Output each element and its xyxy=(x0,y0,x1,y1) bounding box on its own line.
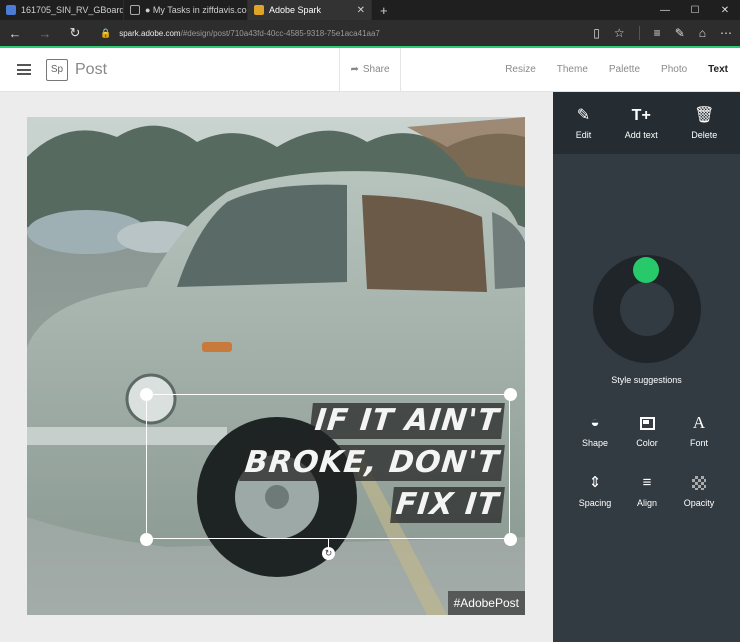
font-icon: A xyxy=(692,413,706,432)
hamburger-menu-icon[interactable] xyxy=(17,64,31,75)
spark-logo: Sp xyxy=(46,58,68,81)
align-label: Align xyxy=(636,498,657,508)
hashtag-watermark[interactable]: #AdobePost xyxy=(447,591,525,615)
tab-title: 161705_SIN_RV_GBoard for xyxy=(21,5,124,15)
resize-handle-bottom-right[interactable] xyxy=(504,533,517,546)
font-button[interactable]: A Font xyxy=(673,413,725,449)
browser-tab-active[interactable]: Adobe Spark ✕ xyxy=(248,0,372,20)
style-selector-knob[interactable] xyxy=(633,257,659,283)
resize-handle-bottom-left[interactable] xyxy=(140,533,153,546)
back-icon[interactable]: ← xyxy=(0,26,30,41)
app-header: Sp Post ➦ Share Resize Theme Palette Pho… xyxy=(0,48,740,92)
edit-label: Edit xyxy=(575,129,592,140)
url-field[interactable]: 🔒 spark.adobe.com/#design/post/710a43fd-… xyxy=(100,28,593,39)
resize-handle-top-right[interactable] xyxy=(504,388,517,401)
spacing-label: Spacing xyxy=(578,498,612,508)
address-bar: ← → ↻ 🔒 spark.adobe.com/#design/post/710… xyxy=(0,20,740,46)
headline-line: FIX IT xyxy=(390,487,505,523)
shape-icon: ◒ xyxy=(590,414,600,431)
add-text-icon: T+ xyxy=(631,106,651,124)
headline-line: IF IT AIN'T xyxy=(308,403,505,439)
text-tools-grid: ◒ Shape Color A Font ⇕ Spacing ≡ Align O… xyxy=(569,413,729,509)
more-icon[interactable]: ⋯ xyxy=(720,26,732,40)
spacing-icon: ⇕ xyxy=(588,474,602,491)
url-host: spark.adobe.com xyxy=(119,28,181,38)
maximize-icon[interactable]: ☐ xyxy=(680,0,710,20)
menu-photo[interactable]: Photo xyxy=(661,64,687,75)
tab-title: ● My Tasks in ziffdavis.com - xyxy=(145,5,247,15)
app-title: Post xyxy=(75,60,108,78)
add-text-label: Add text xyxy=(624,129,658,140)
new-tab-button[interactable]: + xyxy=(372,0,396,20)
headline-line: BROKE, DON'T xyxy=(238,445,505,481)
align-icon: ≡ xyxy=(642,474,652,491)
background-photo[interactable]: #AdobePost xyxy=(27,117,525,615)
minimize-icon[interactable]: — xyxy=(650,0,680,20)
divider xyxy=(638,26,640,40)
edit-button[interactable]: ✎ Edit xyxy=(576,107,592,140)
design-canvas: #AdobePost IF IT AIN'T BROKE, DON'T FIX … xyxy=(0,92,553,642)
web-note-icon[interactable]: ✎ xyxy=(675,26,685,40)
align-button[interactable]: ≡ Align xyxy=(621,474,673,508)
shape-label: Shape xyxy=(581,438,609,448)
color-button[interactable]: Color xyxy=(621,414,673,448)
menu-palette[interactable]: Palette xyxy=(609,64,640,75)
shape-button[interactable]: ◒ Shape xyxy=(569,414,621,448)
window-controls: — ☐ ✕ xyxy=(650,0,740,20)
menu-resize[interactable]: Resize xyxy=(505,64,536,75)
favorite-star-icon[interactable]: ☆ xyxy=(614,26,625,40)
opacity-button[interactable]: Opacity xyxy=(673,474,725,508)
menu-text[interactable]: Text xyxy=(708,64,728,75)
close-tab-icon[interactable]: ✕ xyxy=(357,5,365,16)
headline-text[interactable]: IF IT AIN'T BROKE, DON'T FIX IT xyxy=(147,403,509,529)
lock-icon: 🔒 xyxy=(100,27,112,38)
color-icon xyxy=(639,414,655,432)
share-browser-icon[interactable]: ⌂ xyxy=(699,26,706,40)
tab-title: Adobe Spark xyxy=(269,5,322,15)
menu-theme[interactable]: Theme xyxy=(557,64,588,75)
url-path: /#design/post/710a43fd-40cc-4585-9318-75… xyxy=(180,28,380,38)
add-text-button[interactable]: T+ Add text xyxy=(625,107,658,140)
page-icon xyxy=(130,5,140,15)
forward-icon[interactable]: → xyxy=(30,26,60,41)
share-label: Share xyxy=(362,64,390,75)
delete-label: Delete xyxy=(691,129,718,140)
opacity-label: Opacity xyxy=(683,498,715,508)
panel-actions: ✎ Edit T+ Add text 🗑 Delete xyxy=(553,92,740,154)
share-button[interactable]: ➦ Share xyxy=(339,48,401,91)
browser-tabstrip: 161705_SIN_RV_GBoard for ● My Tasks in z… xyxy=(0,0,740,20)
close-window-icon[interactable]: ✕ xyxy=(710,0,740,20)
resize-handle-top-left[interactable] xyxy=(140,388,153,401)
rotate-handle-icon[interactable]: ↻ xyxy=(322,547,335,560)
trash-icon: 🗑 xyxy=(694,106,715,124)
refresh-icon[interactable]: ↻ xyxy=(60,25,90,41)
spark-favicon-icon xyxy=(254,5,264,15)
style-suggestions-label: Style suggestions xyxy=(611,375,682,385)
pencil-icon: ✎ xyxy=(576,106,591,124)
browser-tab[interactable]: ● My Tasks in ziffdavis.com - xyxy=(124,0,248,20)
text-options-panel: ✎ Edit T+ Add text 🗑 Delete Style sugges… xyxy=(553,92,740,642)
share-arrow-icon: ➦ xyxy=(350,64,359,75)
hub-icon[interactable]: ≡ xyxy=(654,26,661,40)
delete-button[interactable]: 🗑 Delete xyxy=(691,107,717,140)
browser-tab[interactable]: 161705_SIN_RV_GBoard for xyxy=(0,0,124,20)
car-photo xyxy=(27,117,525,615)
document-icon xyxy=(6,5,16,15)
top-menu: Resize Theme Palette Photo Text xyxy=(505,48,728,91)
font-label: Font xyxy=(689,438,708,448)
opacity-icon xyxy=(692,474,706,492)
text-selection-box[interactable]: IF IT AIN'T BROKE, DON'T FIX IT xyxy=(146,394,510,539)
spacing-button[interactable]: ⇕ Spacing xyxy=(569,474,621,508)
reading-view-icon[interactable]: ▯ xyxy=(593,26,600,40)
color-label: Color xyxy=(636,438,658,448)
style-suggestions-wheel[interactable] xyxy=(593,255,701,363)
